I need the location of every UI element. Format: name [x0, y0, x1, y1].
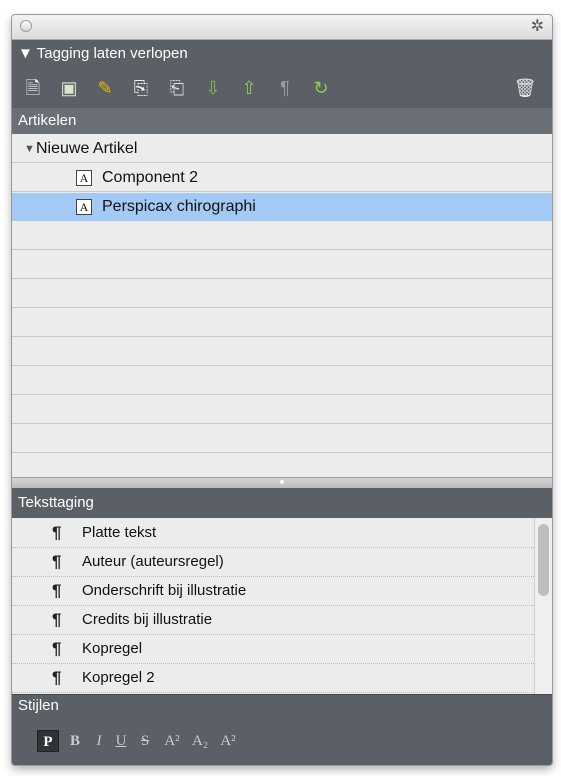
close-icon[interactable]: [20, 20, 32, 32]
styles-toolbar: P B I U S A² A₂ A²: [12, 716, 552, 765]
panel-titlebar: ✲: [12, 15, 552, 40]
list-item[interactable]: ¶ Auteur (auteursregel): [12, 547, 534, 577]
panel-section-header[interactable]: ▼ Tagging laten verlopen: [12, 40, 552, 68]
refresh-icon[interactable]: ↻: [308, 76, 334, 100]
paragraph-style-icon: ¶: [52, 552, 62, 571]
scrollbar-thumb[interactable]: [538, 524, 549, 596]
gear-icon[interactable]: ✲: [531, 17, 544, 37]
list-item-label: Onderschrift bij illustratie: [82, 582, 247, 599]
list-item[interactable]: ¶ Kopregel: [12, 634, 534, 664]
italic-style-button[interactable]: I: [92, 730, 106, 752]
superscript-alt-style-button[interactable]: A²: [218, 730, 238, 752]
list-item-label: Auteur (auteursregel): [82, 553, 224, 570]
text-tagging-list[interactable]: ¶ Platte tekst ¶ Auteur (auteursregel) ¶…: [12, 518, 552, 694]
list-item-label: Kopregel: [82, 640, 143, 657]
text-component-icon: A: [76, 199, 92, 215]
subscript-style-button[interactable]: A₂: [190, 730, 210, 752]
underline-style-button[interactable]: U: [114, 730, 128, 752]
panel-title: Tagging laten verlopen: [36, 45, 188, 62]
export-icon[interactable]: ⎗: [164, 76, 190, 100]
paragraph-style-icon: ¶: [52, 523, 62, 542]
list-scrollbar[interactable]: [534, 518, 552, 694]
text-component-icon: A: [76, 170, 92, 186]
import-icon[interactable]: ⎘: [128, 76, 154, 100]
tagging-panel: ✲ ▼ Tagging laten verlopen 🗎 ▣ ✎ ⎘ ⎗ ⇩ ⇧…: [12, 15, 552, 765]
list-item-label: Platte tekst: [82, 524, 157, 541]
list-item[interactable]: ¶ Credits bij illustratie: [12, 605, 534, 635]
styles-header: Stijlen: [12, 694, 552, 716]
paragraph-style-icon: ¶: [52, 610, 62, 629]
disclosure-triangle-icon[interactable]: ▼: [24, 135, 35, 163]
paragraph-style-icon: ¶: [52, 639, 62, 658]
trash-icon[interactable]: 🗑: [512, 76, 538, 100]
list-item-label: Kopregel 2: [82, 669, 155, 686]
bold-style-button[interactable]: B: [68, 730, 82, 752]
tree-row-component[interactable]: A Component 2: [12, 164, 552, 192]
list-item[interactable]: ¶ Onderschrift bij illustratie: [12, 576, 534, 606]
articles-header: Artikelen: [12, 108, 552, 134]
move-up-icon[interactable]: ⇧: [236, 76, 262, 100]
toolbar: 🗎 ▣ ✎ ⎘ ⎗ ⇩ ⇧ ¶ ↻ 🗑: [12, 68, 552, 108]
text-tagging-header: Teksttaging: [12, 488, 552, 518]
splitter-grip-icon: [280, 480, 284, 484]
collapse-triangle-icon: ▼: [18, 45, 37, 62]
paragraph-icon[interactable]: ¶: [272, 76, 298, 100]
paragraph-style-icon: ¶: [52, 581, 62, 600]
tree-row-parent[interactable]: ▼ Nieuwe Artikel: [12, 135, 552, 163]
component-label: Perspicax chirographi: [102, 198, 256, 215]
new-document-icon[interactable]: 🗎: [20, 76, 46, 100]
tree-row-component-selected[interactable]: A Perspicax chirographi: [12, 193, 552, 221]
superscript-style-button[interactable]: A²: [162, 730, 182, 752]
paragraph-style-icon: ¶: [52, 668, 62, 687]
article-parent-label: Nieuwe Artikel: [36, 140, 138, 157]
component-label: Component 2: [102, 169, 199, 186]
pencil-icon[interactable]: ✎: [92, 76, 118, 100]
plain-style-button[interactable]: P: [37, 730, 59, 752]
move-down-icon[interactable]: ⇩: [200, 76, 226, 100]
strikethrough-style-button[interactable]: S: [138, 730, 152, 752]
articles-tree[interactable]: ▼ Nieuwe Artikel A Component 2 A Perspic…: [12, 135, 552, 477]
list-item-label: Credits bij illustratie: [82, 611, 213, 628]
list-item[interactable]: ¶ Platte tekst: [12, 518, 534, 548]
add-image-icon[interactable]: ▣: [56, 76, 82, 100]
list-item[interactable]: ¶ Kopregel 2: [12, 663, 534, 693]
